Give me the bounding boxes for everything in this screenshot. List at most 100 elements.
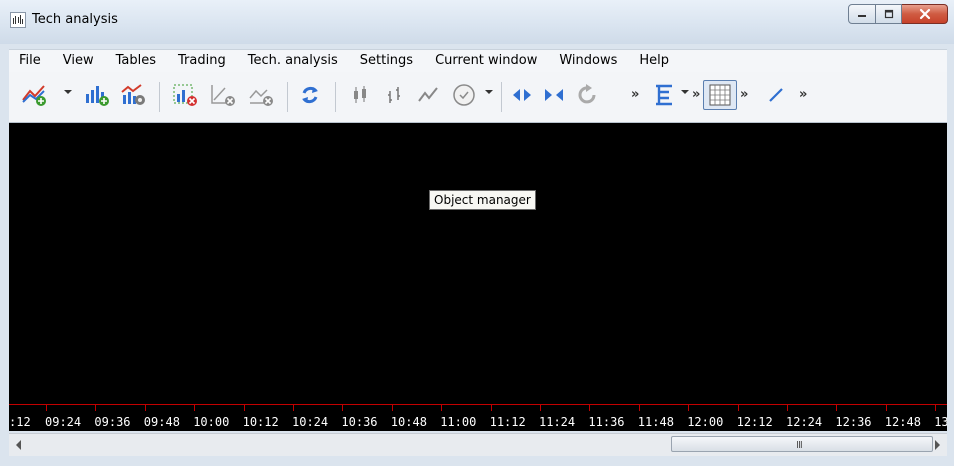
toolbar-overflow-4[interactable]: »: [799, 87, 807, 102]
time-axis-tick: [836, 405, 838, 411]
minimize-button[interactable]: [848, 4, 876, 24]
horizontal-scrollbar[interactable]: III: [9, 433, 947, 456]
add-bars-icon: [86, 86, 109, 106]
menu-tables[interactable]: Tables: [105, 50, 167, 72]
bars-icon: [388, 87, 400, 103]
time-axis-label: :12: [9, 415, 31, 429]
time-axis-label: 11:24: [539, 415, 576, 429]
time-axis-tick: [885, 405, 887, 411]
chart-settings-button[interactable]: [117, 80, 151, 110]
minimize-icon: [858, 15, 866, 17]
time-axis-tick: [293, 405, 294, 411]
maximize-button[interactable]: [876, 4, 902, 24]
new-chart-icon: [22, 85, 46, 106]
new-chart-button[interactable]: [17, 80, 53, 110]
delete-chart-button[interactable]: [169, 80, 203, 110]
time-axis-tick: [441, 405, 443, 411]
time-axis-label: 09:48: [143, 415, 180, 429]
bars-button[interactable]: [379, 80, 409, 110]
time-axis-label: 11:36: [588, 415, 625, 429]
new-chart-dropdown[interactable]: [64, 90, 72, 94]
time-axis-label: 12:48: [884, 415, 921, 429]
toolbar-separator: [287, 82, 288, 112]
menu-file[interactable]: File: [9, 50, 52, 72]
add-bars-button[interactable]: [81, 80, 113, 110]
fit-icon: [545, 89, 563, 101]
timeframe-clock-icon: [453, 84, 475, 106]
time-axis-label: 10:36: [341, 415, 378, 429]
time-axis-tick: [243, 405, 245, 411]
time-axis-label: 12:12: [736, 415, 773, 429]
reset-icon: [578, 84, 596, 104]
time-axis-tick: [935, 405, 937, 411]
template-button[interactable]: [649, 80, 679, 110]
delete-indicator-button[interactable]: [245, 80, 279, 110]
time-axis-label: 11:00: [440, 415, 477, 429]
app-icon[interactable]: [10, 12, 26, 28]
menu-windows[interactable]: Windows: [548, 50, 628, 72]
time-axis-label: 10:12: [242, 415, 279, 429]
menu-help[interactable]: Help: [628, 50, 680, 72]
menu-current-window[interactable]: Current window: [424, 50, 548, 72]
time-axis-label: 12:00: [687, 415, 724, 429]
template-dropdown[interactable]: [681, 90, 689, 94]
timeframe-dropdown[interactable]: [485, 90, 493, 94]
object-manager-tooltip: Object manager: [429, 190, 536, 210]
time-axis-tick: [391, 405, 393, 411]
scroll-left-right-button[interactable]: [507, 80, 537, 110]
line-icon: [418, 87, 438, 102]
time-axis-tick: [490, 405, 492, 411]
grid-toggle-button[interactable]: [703, 80, 737, 110]
close-icon: [919, 8, 930, 20]
toolbar-overflow-3[interactable]: »: [740, 87, 748, 102]
time-axis-tick: [638, 405, 640, 411]
time-axis: :12 09:24 09:36 09:48 10:00 10:12 10:24 10:36 10…: [9, 401, 947, 431]
refresh-button[interactable]: [295, 80, 325, 110]
maximize-icon: [884, 9, 893, 19]
delete-line-button[interactable]: [207, 80, 241, 110]
time-axis-tick: [95, 405, 97, 411]
scroll-left-right-icon: [513, 89, 531, 101]
menu-view[interactable]: View: [52, 50, 105, 72]
menu-trading[interactable]: Trading: [167, 50, 237, 72]
fit-button[interactable]: [539, 80, 569, 110]
toolbar-overflow-1[interactable]: »: [631, 87, 639, 102]
toolbar-separator: [335, 82, 336, 112]
tech-analysis-window: Tech analysis File View Tables Trading T…: [0, 0, 954, 466]
template-icon: [656, 84, 672, 106]
chart-area[interactable]: Object manager: [9, 123, 947, 401]
reset-button[interactable]: [573, 80, 603, 110]
toolbar-overflow-2[interactable]: »: [692, 87, 700, 102]
timeframe-button[interactable]: [447, 80, 483, 110]
scroll-right-arrow-icon[interactable]: [935, 440, 940, 450]
time-axis-tick: [144, 405, 146, 411]
scrollbar-thumb[interactable]: III: [671, 436, 933, 452]
window-title: Tech analysis: [32, 12, 118, 27]
candles-button[interactable]: [345, 80, 375, 110]
toolbar: » » » »: [9, 72, 947, 123]
time-axis-tick: [194, 405, 196, 411]
scroll-left-arrow-icon[interactable]: [16, 440, 21, 450]
time-axis-tick: [688, 405, 690, 411]
toolbar-separator: [159, 82, 160, 112]
toolbar-separator: [501, 82, 502, 112]
candles-icon: [354, 86, 366, 103]
menu-tech-analysis[interactable]: Tech. analysis: [237, 50, 349, 72]
time-axis-label: 10:48: [390, 415, 427, 429]
close-button[interactable]: [902, 4, 948, 24]
time-axis-line: [9, 404, 947, 405]
time-axis-tick: [589, 405, 591, 411]
menu-settings[interactable]: Settings: [349, 50, 424, 72]
caption-buttons: [848, 4, 948, 26]
refresh-icon: [302, 86, 318, 104]
time-axis-label: 11:48: [637, 415, 674, 429]
line-button[interactable]: [413, 80, 443, 110]
chart-settings-icon: [121, 84, 145, 105]
draw-line-icon: [769, 88, 783, 102]
time-axis-label: 10:24: [292, 415, 329, 429]
title-bar[interactable]: Tech analysis: [0, 0, 954, 44]
time-axis-label: 10:00: [193, 415, 230, 429]
draw-line-button[interactable]: [761, 80, 791, 110]
time-axis-label: 12:24: [786, 415, 823, 429]
delete-chart-icon: [173, 84, 197, 106]
